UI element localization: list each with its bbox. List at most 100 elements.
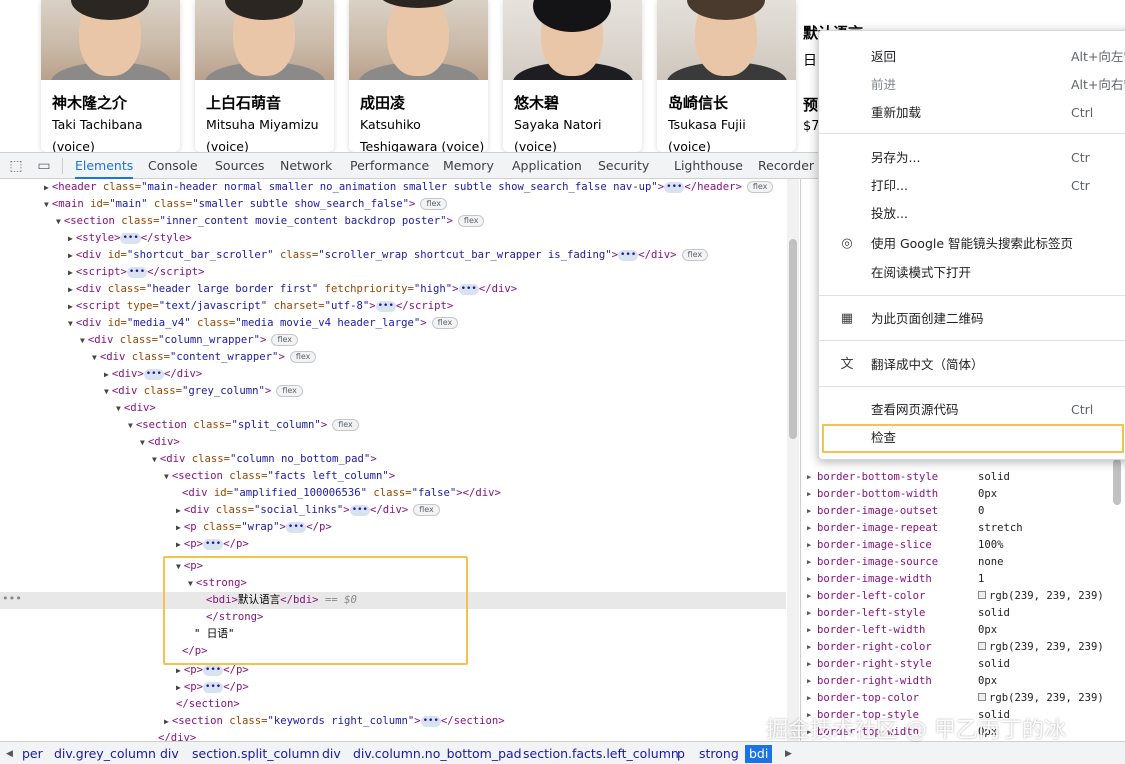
- flex-badge[interactable]: flex: [457, 215, 485, 227]
- breadcrumb-right-arrow-icon[interactable]: ▶: [785, 745, 792, 763]
- cast-name[interactable]: 上白石萌音: [206, 92, 281, 113]
- tab-recorder[interactable]: Recorder: [758, 153, 814, 179]
- collapsed-content[interactable]: •••: [618, 250, 639, 261]
- expand-arrow-icon[interactable]: ▶: [807, 503, 811, 520]
- device-toolbar-icon[interactable]: ▭: [35, 157, 53, 175]
- expand-arrow-icon[interactable]: ▶: [807, 554, 811, 571]
- breadcrumb-item[interactable]: div: [322, 745, 341, 763]
- tab-application[interactable]: Application: [512, 153, 582, 179]
- expand-arrow-icon[interactable]: ▶: [807, 486, 811, 503]
- tab-lighthouse[interactable]: Lighthouse: [674, 153, 743, 179]
- dom-node-section[interactable]: ▼ <section class="split_column"> flex: [128, 417, 359, 434]
- flex-badge[interactable]: flex: [681, 249, 709, 261]
- dom-node-p[interactable]: ▶ <p> ••• </p>: [176, 679, 249, 696]
- dom-node-section[interactable]: ▶ <section class="keywords right_column">…: [164, 713, 505, 730]
- cast-name[interactable]: 悠木碧: [514, 92, 559, 113]
- menu-item-google-lens[interactable]: ◎ 使用 Google 智能镜头搜索此标签页: [819, 231, 1125, 257]
- collapsed-content[interactable]: •••: [349, 505, 370, 516]
- collapsed-content[interactable]: •••: [458, 284, 479, 295]
- flex-badge[interactable]: flex: [413, 504, 440, 516]
- dom-node-div[interactable]: ▼ <div class="column no_bottom_pad">: [152, 451, 377, 468]
- breadcrumb-item[interactable]: div.grey_column: [54, 745, 156, 763]
- collapsed-content[interactable]: •••: [143, 369, 164, 380]
- dom-node-div[interactable]: ▼ <div>: [140, 434, 180, 451]
- menu-item-forward[interactable]: 前进 Alt+向右箭: [819, 72, 1125, 98]
- breadcrumb-item[interactable]: div: [160, 745, 179, 763]
- expand-arrow-icon[interactable]: ▶: [807, 571, 811, 588]
- expand-arrow-icon[interactable]: ▶: [807, 605, 811, 622]
- cast-name[interactable]: 成田凌: [360, 92, 405, 113]
- menu-item-inspect[interactable]: 检查: [819, 425, 1125, 451]
- dom-node-p[interactable]: ▶ <p class="wrap"> ••• </p>: [176, 519, 332, 536]
- dom-node-div-close[interactable]: </div>: [158, 730, 196, 741]
- color-swatch[interactable]: [978, 642, 986, 650]
- tab-network[interactable]: Network: [280, 153, 332, 179]
- expand-arrow-icon[interactable]: ▶: [807, 622, 811, 639]
- flex-badge[interactable]: flex: [289, 351, 317, 363]
- dom-node-section[interactable]: ▼ <section class="facts left_column">: [164, 468, 395, 485]
- expand-arrow-icon[interactable]: ▶: [807, 537, 811, 554]
- collapsed-content[interactable]: •••: [664, 182, 685, 193]
- cast-card[interactable]: 悠木碧 Sayaka Natori (voice): [503, 0, 642, 152]
- breadcrumb-item[interactable]: section.split_column: [192, 745, 320, 763]
- dom-node-div[interactable]: ▼ <div id="media_v4" class="media movie_v…: [68, 315, 459, 332]
- dom-node-div[interactable]: ▶ <div> ••• </div>: [104, 366, 202, 383]
- cast-card[interactable]: 神木隆之介 Taki Tachibana (voice): [41, 0, 180, 152]
- tab-sources[interactable]: Sources: [215, 153, 264, 179]
- dom-node-div[interactable]: ▼ <div class="grey_column"> flex: [104, 383, 303, 400]
- dom-node-main[interactable]: ▼ <main id="main" class="smaller subtle s…: [44, 196, 447, 213]
- dom-node-style[interactable]: ▶ <style> ••• </style>: [68, 230, 192, 247]
- dom-tree-scrollbar[interactable]: [787, 179, 799, 741]
- cast-card[interactable]: 岛崎信长 Tsukasa Fujii (voice): [657, 0, 796, 152]
- dom-node-section[interactable]: ▼ <section class="inner_content movie_con…: [56, 213, 485, 230]
- cast-card[interactable]: 成田凌 Katsuhiko Teshigawara (voice): [349, 0, 488, 152]
- expand-arrow-icon[interactable]: ▶: [807, 673, 811, 690]
- dom-node-div[interactable]: ▶ <div class="header large border first" …: [68, 281, 517, 298]
- cast-card[interactable]: 上白石萌音 Mitsuha Miyamizu (voice): [195, 0, 334, 152]
- menu-item-reload[interactable]: 重新加载 Ctrl: [819, 100, 1125, 126]
- breadcrumb-left-arrow-icon[interactable]: ◀: [6, 745, 13, 763]
- menu-item-reading-mode[interactable]: 在阅读模式下打开: [819, 260, 1125, 286]
- collapsed-content[interactable]: •••: [202, 539, 224, 550]
- dom-node-p[interactable]: ▶ <p> ••• </p>: [176, 536, 249, 553]
- color-swatch[interactable]: [978, 591, 986, 599]
- flex-badge[interactable]: flex: [746, 181, 774, 193]
- breadcrumb-item[interactable]: strong: [699, 745, 739, 763]
- dom-node-div[interactable]: ▶ <div id="shortcut_bar_scroller" class="…: [68, 247, 709, 264]
- cast-name[interactable]: 神木隆之介: [52, 92, 127, 113]
- breadcrumb-item[interactable]: per: [22, 745, 43, 763]
- flex-badge[interactable]: flex: [420, 198, 447, 210]
- row-more-icon[interactable]: •••: [2, 592, 22, 605]
- menu-item-save-as[interactable]: 另存为... Ctr: [819, 145, 1125, 171]
- breadcrumb-item[interactable]: div.column.no_bottom_pad: [353, 745, 522, 763]
- dom-node-div[interactable]: ▼ <div class="column_wrapper"> flex: [80, 332, 299, 349]
- scrollbar-thumb[interactable]: [789, 239, 797, 439]
- menu-item-view-source[interactable]: 查看网页源代码 Ctrl: [819, 397, 1125, 423]
- flex-badge[interactable]: flex: [332, 419, 359, 431]
- breadcrumb-item[interactable]: p: [677, 745, 685, 763]
- menu-item-back[interactable]: 返回 Alt+向左箭: [819, 44, 1125, 70]
- dom-node-div[interactable]: ▼ <div>: [116, 400, 156, 417]
- expand-arrow-icon[interactable]: ▶: [807, 469, 811, 486]
- collapsed-content[interactable]: •••: [202, 682, 224, 693]
- flex-badge[interactable]: flex: [276, 385, 303, 397]
- tab-performance[interactable]: Performance: [350, 153, 429, 179]
- expand-arrow-icon[interactable]: ▶: [807, 588, 811, 605]
- collapsed-content[interactable]: •••: [126, 267, 148, 278]
- collapsed-content[interactable]: •••: [202, 665, 224, 676]
- tab-elements[interactable]: Elements: [75, 153, 134, 179]
- collapsed-content[interactable]: •••: [420, 716, 441, 727]
- styles-scrollbar-thumb[interactable]: [1113, 459, 1121, 505]
- dom-node-script[interactable]: ▶ <script> ••• </script>: [68, 264, 205, 281]
- expand-arrow-icon[interactable]: ▶: [807, 690, 811, 707]
- dom-node-script[interactable]: ▶ <script type="text/javascript" charset=…: [68, 298, 453, 315]
- menu-item-qr-code[interactable]: ▦ 为此页面创建二维码: [819, 306, 1125, 332]
- tab-security[interactable]: Security: [598, 153, 649, 179]
- dom-node-div[interactable]: ▶ <div class="social_links"> ••• </div> flex: [176, 502, 440, 519]
- inspect-element-icon[interactable]: ⬚: [7, 157, 25, 175]
- tab-console[interactable]: Console: [148, 153, 198, 179]
- collapsed-content[interactable]: •••: [375, 301, 396, 312]
- flex-badge[interactable]: flex: [271, 334, 299, 346]
- expand-arrow-icon[interactable]: ▶: [807, 656, 811, 673]
- dom-node-div[interactable]: ▼ <div class="content_wrapper"> flex: [92, 349, 317, 366]
